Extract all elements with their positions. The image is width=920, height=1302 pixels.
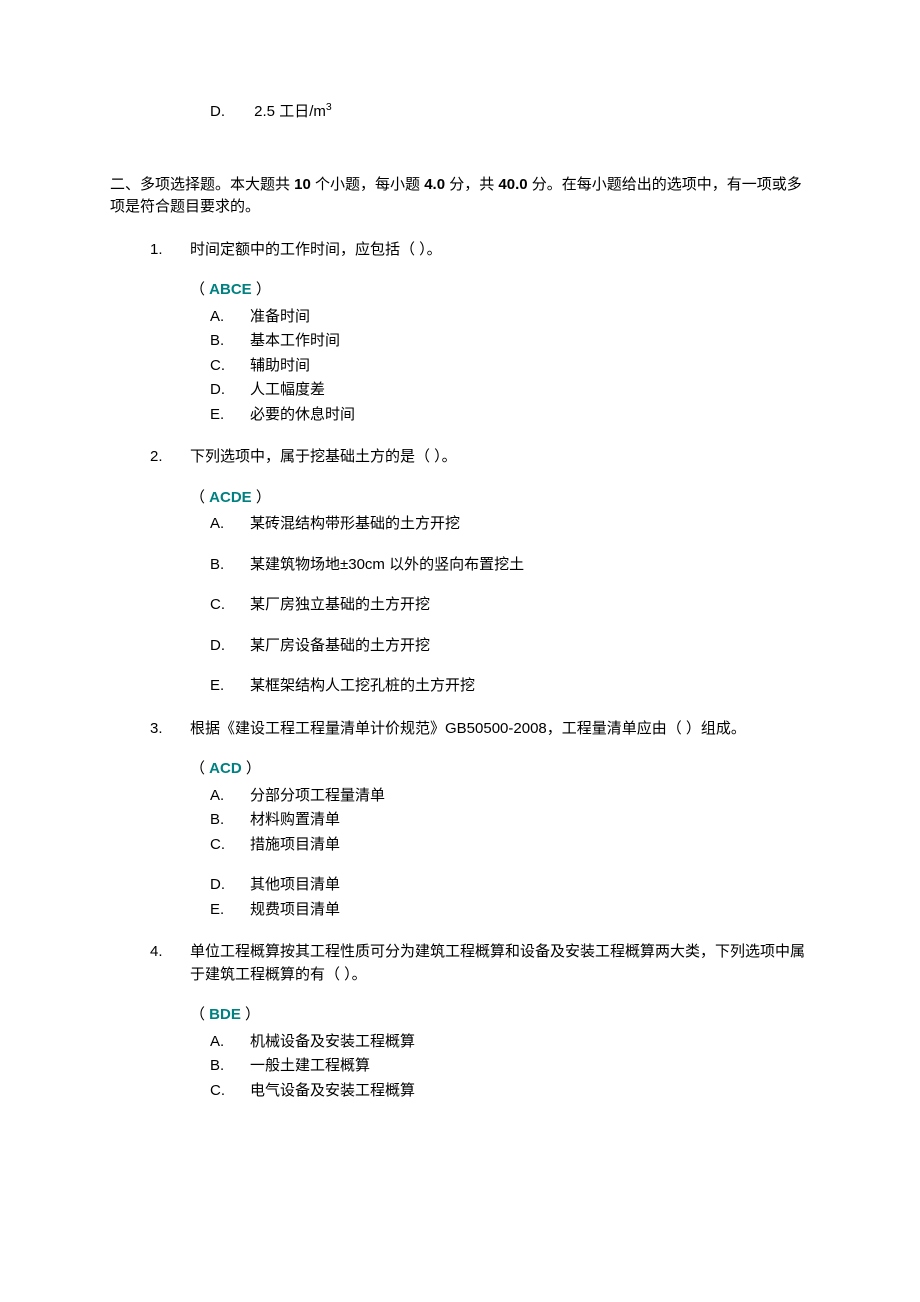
option-line: C.措施项目清单 [210, 834, 810, 857]
answer-line: （ ACDE ） [190, 487, 810, 510]
option-label: B. [210, 554, 250, 577]
section-2-header: 二、多项选择题。本大题共 10 个小题，每小题 4.0 分，共 40.0 分。在… [110, 174, 810, 219]
option-text: 2.5 工日/m3 [254, 103, 332, 120]
option-text: 材料购置清单 [250, 811, 340, 828]
option-line: B.某建筑物场地±30cm 以外的竖向布置挖土 [210, 554, 810, 577]
question-1: 1.时间定额中的工作时间，应包括（ ）。 [150, 239, 810, 262]
question-number: 2. [150, 446, 190, 469]
question-text: 单位工程概算按其工程性质可分为建筑工程概算和设备及安装工程概算两大类，下列选项中… [190, 941, 810, 986]
option-label: C. [210, 1080, 250, 1103]
option-text: 必要的休息时间 [250, 406, 355, 423]
question-number: 1. [150, 239, 190, 262]
options: A.准备时间B.基本工作时间C.辅助时间D.人工幅度差E.必要的休息时间 [110, 306, 810, 427]
option-label: A. [210, 1031, 250, 1054]
option-label: A. [210, 785, 250, 808]
option-label: C. [210, 594, 250, 617]
option-text: 电气设备及安装工程概算 [250, 1082, 415, 1099]
option-label: D. [210, 874, 250, 897]
option-label: B. [210, 809, 250, 832]
option-line: A.机械设备及安装工程概算 [210, 1031, 810, 1054]
prev-option-d: D. 2.5 工日/m3 [210, 100, 810, 124]
option-text: 其他项目清单 [250, 876, 340, 893]
option-text: 辅助时间 [250, 357, 310, 374]
question-3: 3.根据《建设工程工程量清单计价规范》GB50500-2008，工程量清单应由（… [150, 718, 810, 741]
option-text: 准备时间 [250, 308, 310, 325]
option-line: D.其他项目清单 [210, 874, 810, 897]
option-label: B. [210, 330, 250, 353]
option-label: A. [210, 306, 250, 329]
option-text: 某建筑物场地±30cm 以外的竖向布置挖土 [250, 556, 524, 573]
option-line: B.材料购置清单 [210, 809, 810, 832]
answer-value: BDE [209, 1006, 241, 1023]
answer-line: （ BDE ） [190, 1004, 810, 1027]
option-line: A.准备时间 [210, 306, 810, 329]
question-number: 3. [150, 718, 190, 741]
option-line: A.分部分项工程量清单 [210, 785, 810, 808]
option-line: C.电气设备及安装工程概算 [210, 1080, 810, 1103]
option-label: A. [210, 513, 250, 536]
question-number: 4. [150, 941, 190, 986]
questions-container: 1.时间定额中的工作时间，应包括（ ）。（ ABCE ）A.准备时间B.基本工作… [110, 239, 810, 1103]
option-label: C. [210, 834, 250, 857]
option-line: C.辅助时间 [210, 355, 810, 378]
option-line: E.必要的休息时间 [210, 404, 810, 427]
option-label: D. [210, 101, 250, 124]
option-text: 机械设备及安装工程概算 [250, 1033, 415, 1050]
option-line: D.人工幅度差 [210, 379, 810, 402]
option-text: 某框架结构人工挖孔桩的土方开挖 [250, 677, 475, 694]
answer-line: （ ACD ） [190, 758, 810, 781]
answer-value: ACD [209, 760, 242, 777]
option-label: D. [210, 379, 250, 402]
answer-value: ABCE [209, 281, 252, 298]
option-line: B.一般土建工程概算 [210, 1055, 810, 1078]
option-line: E.某框架结构人工挖孔桩的土方开挖 [210, 675, 810, 698]
option-text: 一般土建工程概算 [250, 1057, 370, 1074]
option-text: 人工幅度差 [250, 381, 325, 398]
option-line: E.规费项目清单 [210, 899, 810, 922]
option-text: 某厂房独立基础的土方开挖 [250, 596, 430, 613]
options: A.某砖混结构带形基础的土方开挖 B.某建筑物场地±30cm 以外的竖向布置挖土 C… [110, 513, 810, 698]
option-label: E. [210, 899, 250, 922]
option-label: E. [210, 404, 250, 427]
options: A.机械设备及安装工程概算B.一般土建工程概算C.电气设备及安装工程概算 [110, 1031, 810, 1103]
option-line: D.某厂房设备基础的土方开挖 [210, 635, 810, 658]
option-label: E. [210, 675, 250, 698]
answer-value: ACDE [209, 489, 252, 506]
option-text: 某厂房设备基础的土方开挖 [250, 637, 430, 654]
options: A.分部分项工程量清单B.材料购置清单C.措施项目清单D.其他项目清单E.规费项… [110, 785, 810, 922]
question-2: 2.下列选项中，属于挖基础土方的是（ ）。 [150, 446, 810, 469]
option-label: D. [210, 635, 250, 658]
option-label: B. [210, 1055, 250, 1078]
option-text: 某砖混结构带形基础的土方开挖 [250, 515, 460, 532]
question-4: 4.单位工程概算按其工程性质可分为建筑工程概算和设备及安装工程概算两大类，下列选… [150, 941, 810, 986]
question-text: 下列选项中，属于挖基础土方的是（ ）。 [190, 446, 810, 469]
option-text: 规费项目清单 [250, 901, 340, 918]
option-text: 基本工作时间 [250, 332, 340, 349]
question-text: 时间定额中的工作时间，应包括（ ）。 [190, 239, 810, 262]
option-text: 分部分项工程量清单 [250, 787, 385, 804]
answer-line: （ ABCE ） [190, 279, 810, 302]
option-line: C.某厂房独立基础的土方开挖 [210, 594, 810, 617]
option-label: C. [210, 355, 250, 378]
option-text: 措施项目清单 [250, 836, 340, 853]
option-line: A.某砖混结构带形基础的土方开挖 [210, 513, 810, 536]
option-line: B.基本工作时间 [210, 330, 810, 353]
question-text: 根据《建设工程工程量清单计价规范》GB50500-2008，工程量清单应由（ ）… [190, 718, 810, 741]
